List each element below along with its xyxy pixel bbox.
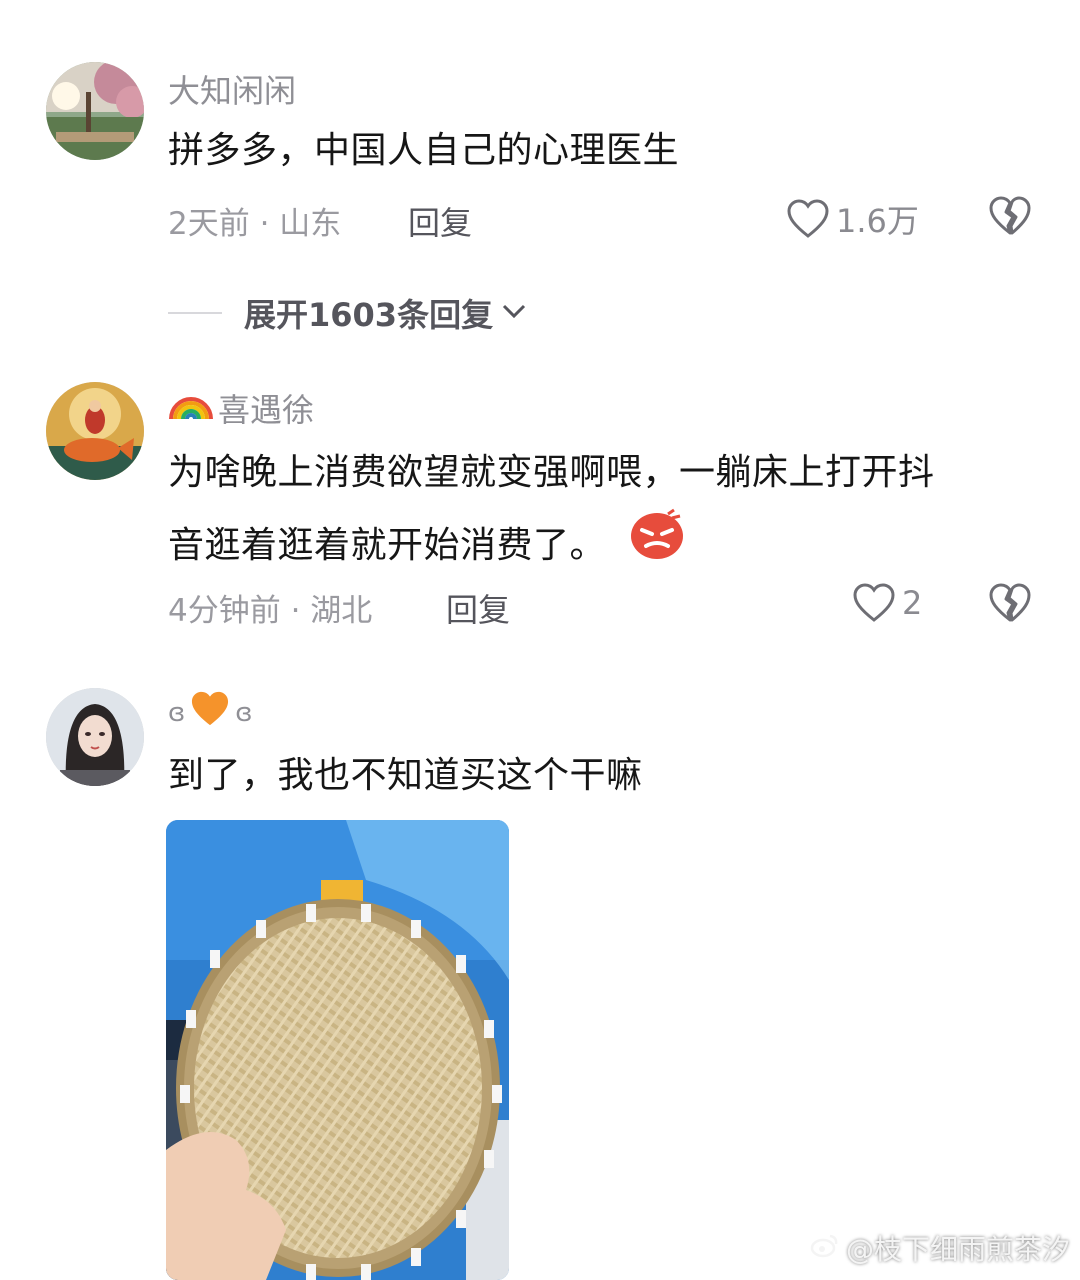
username-left-symbol: ɞ — [168, 698, 186, 728]
avatar-woman-portrait-image — [46, 688, 144, 786]
like-button[interactable]: 1.6万 — [786, 196, 919, 242]
user-avatar[interactable] — [46, 62, 144, 160]
user-avatar[interactable] — [46, 382, 144, 480]
rainbow-emoji — [168, 387, 214, 429]
dislike-button[interactable] — [988, 196, 1032, 236]
comment-image-bamboo-sieve[interactable] — [166, 820, 509, 1280]
bamboo-sieve-photo — [166, 820, 509, 1280]
comment-text: 拼多多，中国人自己的心理医生 — [168, 130, 680, 171]
username-text: 喜遇徐 — [218, 391, 315, 429]
comment-text-line-1: 为啥晚上消费欲望就变强啊喂，一躺床上打开抖 — [168, 452, 935, 493]
username[interactable]: 大知闲闲 — [168, 66, 296, 112]
orange-heart-emoji — [189, 690, 231, 736]
broken-heart-icon — [988, 583, 1032, 623]
like-button[interactable]: 2 — [852, 583, 922, 623]
user-avatar[interactable] — [46, 688, 144, 786]
username[interactable]: ɞ ɞ — [168, 690, 253, 736]
username[interactable]: 喜遇徐 — [168, 385, 314, 431]
comment-text: 为啥晚上消费欲望就变强啊喂，一躺床上打开抖 音逛着逛着就开始消费了。 — [168, 438, 1038, 584]
username-right-symbol: ɞ — [235, 698, 253, 728]
reply-button[interactable]: 回复 — [408, 198, 472, 244]
comment-meta: 2天前 · 山东 — [168, 206, 342, 242]
weibo-logo-icon — [810, 1232, 840, 1265]
like-count: 2 — [902, 584, 923, 622]
broken-heart-icon — [988, 196, 1032, 236]
divider-line — [168, 312, 222, 314]
reply-button[interactable]: 回复 — [446, 585, 510, 631]
watermark: @枝下细雨煎茶汐 — [810, 1228, 1070, 1268]
angry-face-icon — [628, 508, 686, 584]
dislike-button[interactable] — [988, 583, 1032, 623]
heart-outline-icon — [786, 199, 830, 239]
comment-meta: 4分钟前 · 湖北 — [168, 593, 373, 629]
comment-text-line-2: 音逛着逛着就开始消费了。 — [168, 508, 1038, 584]
avatar-garden-image — [46, 62, 144, 160]
like-count: 1.6万 — [836, 202, 919, 240]
comment-text: 到了，我也不知道买这个干嘛 — [168, 755, 643, 796]
chevron-down-icon — [501, 302, 527, 324]
expand-replies-label: 展开1603条回复 — [244, 296, 494, 334]
watermark-text: @枝下细雨煎茶汐 — [845, 1233, 1070, 1266]
heart-outline-icon — [852, 583, 896, 623]
expand-replies-button[interactable]: 展开1603条回复 — [168, 290, 527, 336]
avatar-buddha-fish-image — [46, 382, 144, 480]
comment-text-line-2-content: 音逛着逛着就开始消费了。 — [168, 525, 607, 566]
